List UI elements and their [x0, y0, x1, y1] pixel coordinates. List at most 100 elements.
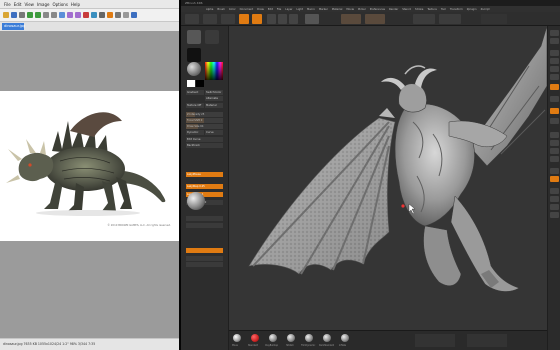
menu-options[interactable]: Options [52, 2, 67, 7]
menu-stencil[interactable]: Stencil [402, 8, 411, 11]
damstandard-brush-icon[interactable] [323, 334, 331, 342]
menu-zscript[interactable]: Zscript [481, 8, 490, 11]
gizmo-button[interactable] [186, 216, 223, 221]
move-brush-icon[interactable] [233, 334, 241, 342]
brush-thumbnail[interactable] [187, 30, 201, 44]
draw-size-slider[interactable] [413, 14, 435, 24]
print-icon[interactable] [19, 12, 25, 18]
menu-edit[interactable]: Edit [268, 8, 273, 11]
solo-button[interactable] [550, 204, 559, 210]
actual-button[interactable] [550, 66, 559, 72]
dynamic-right-button[interactable] [550, 196, 559, 202]
menu-macro[interactable]: Macro [307, 8, 315, 11]
alternate-button[interactable]: Alternate [205, 96, 223, 101]
main-color-swatch[interactable] [187, 80, 195, 87]
viewer-file-tab[interactable]: dinosaur.jpg [2, 23, 25, 30]
floor-button[interactable] [550, 96, 559, 102]
backtrack-button[interactable]: Backtrack [186, 143, 223, 148]
menu-brush[interactable]: Brush [217, 8, 225, 11]
open-icon[interactable] [3, 12, 9, 18]
spix-button[interactable] [550, 38, 559, 44]
xpose-button[interactable] [550, 212, 559, 218]
delete-icon[interactable] [83, 12, 89, 18]
dynamic-button[interactable]: Dynamic [186, 130, 204, 135]
switch-color-button[interactable]: SwitchColor [205, 90, 223, 95]
xyz-button[interactable] [550, 118, 559, 124]
zoom-button[interactable] [550, 58, 559, 64]
material-preview-sphere[interactable] [187, 192, 205, 210]
menu-view[interactable]: View [24, 2, 34, 7]
menu-texture[interactable]: Texture [427, 8, 437, 11]
edit-button[interactable] [239, 14, 249, 24]
scroll-button[interactable] [550, 50, 559, 56]
menu-draw[interactable]: Draw [257, 8, 264, 11]
menu-help[interactable]: Help [71, 2, 80, 7]
frame-button[interactable] [550, 132, 559, 138]
crop-icon[interactable] [123, 12, 129, 18]
material-sphere[interactable] [187, 62, 201, 76]
material-button[interactable]: Material [205, 103, 223, 108]
texture-off-button[interactable]: Texture Off [186, 103, 204, 108]
alpha-thumbnail[interactable] [187, 48, 201, 62]
groups-button[interactable] [186, 262, 223, 267]
menu-image[interactable]: Image [37, 2, 50, 7]
inflate-brush-icon[interactable] [341, 334, 349, 342]
rotate-left-icon[interactable] [67, 12, 73, 18]
zbrush-document-canvas[interactable] [229, 26, 547, 330]
bpr-button[interactable] [550, 30, 559, 36]
fullscreen-icon[interactable] [99, 12, 105, 18]
menu-layer[interactable]: Layer [285, 8, 292, 11]
menu-render[interactable]: Render [389, 8, 398, 11]
stroke-thumbnail[interactable] [205, 30, 219, 44]
menu-stroke[interactable]: Stroke [415, 8, 423, 11]
projection-master-button[interactable] [185, 14, 199, 24]
focal-shift-slider[interactable] [439, 14, 461, 24]
settings-icon[interactable] [115, 12, 121, 18]
local-button[interactable] [550, 108, 559, 114]
quick-sketch-button[interactable] [221, 14, 235, 24]
zoom-out-icon[interactable] [51, 12, 57, 18]
edit-curve-button[interactable]: Edit Curve [186, 137, 223, 142]
scale-button[interactable] [278, 14, 287, 24]
info-icon[interactable] [91, 12, 97, 18]
dynamesh-button[interactable] [186, 248, 223, 253]
lightbox-button[interactable] [203, 14, 217, 24]
move-button[interactable] [267, 14, 276, 24]
slideshow-icon[interactable] [107, 12, 113, 18]
menu-file[interactable]: File [4, 2, 11, 7]
zoom3d-button[interactable] [550, 148, 559, 154]
hpolish-brush-icon[interactable] [287, 334, 295, 342]
z-intensity-slider[interactable] [365, 14, 385, 24]
menu-alpha[interactable]: Alpha [206, 8, 213, 11]
rgb-intensity-slider[interactable] [341, 14, 361, 24]
claybuildup-brush-icon[interactable] [269, 334, 277, 342]
menu-movie[interactable]: Movie [346, 8, 354, 11]
curve-button[interactable]: Curve [205, 130, 223, 135]
persp-button[interactable] [550, 84, 559, 90]
menu-marker[interactable]: Marker [319, 8, 328, 11]
lazymouse-button[interactable]: LazyMouse [186, 172, 223, 177]
help-icon[interactable] [131, 12, 137, 18]
next-icon[interactable] [35, 12, 41, 18]
menu-zplugin[interactable]: Zplugin [467, 8, 477, 11]
draw-button[interactable] [252, 14, 262, 24]
zadd-button[interactable] [305, 14, 319, 24]
zoom-in-icon[interactable] [43, 12, 49, 18]
menu-picker[interactable]: Picker [358, 8, 366, 11]
focal-shift-slider-left[interactable]: Focal Shift 0 [186, 118, 223, 123]
rotate-button[interactable] [289, 14, 298, 24]
menu-color[interactable]: Color [229, 8, 236, 11]
move-view-button[interactable] [550, 140, 559, 146]
menu-tool[interactable]: Tool [441, 8, 446, 11]
lazystep-slider[interactable]: LazyStep 0.25 [186, 184, 223, 189]
aahalf-button[interactable] [550, 74, 559, 80]
z-intensity-slider-left[interactable]: Z Intensity 25 [186, 112, 223, 117]
menu-transform[interactable]: Transform [450, 8, 463, 11]
menu-edit[interactable]: Edit [14, 2, 22, 7]
save-icon[interactable] [11, 12, 17, 18]
menu-preferences[interactable]: Preferences [370, 8, 385, 11]
previous-icon[interactable] [27, 12, 33, 18]
polish-button[interactable] [186, 256, 223, 261]
menu-material[interactable]: Material [332, 8, 343, 11]
draw-size-slider-left[interactable]: Draw Size 64 [186, 124, 223, 129]
